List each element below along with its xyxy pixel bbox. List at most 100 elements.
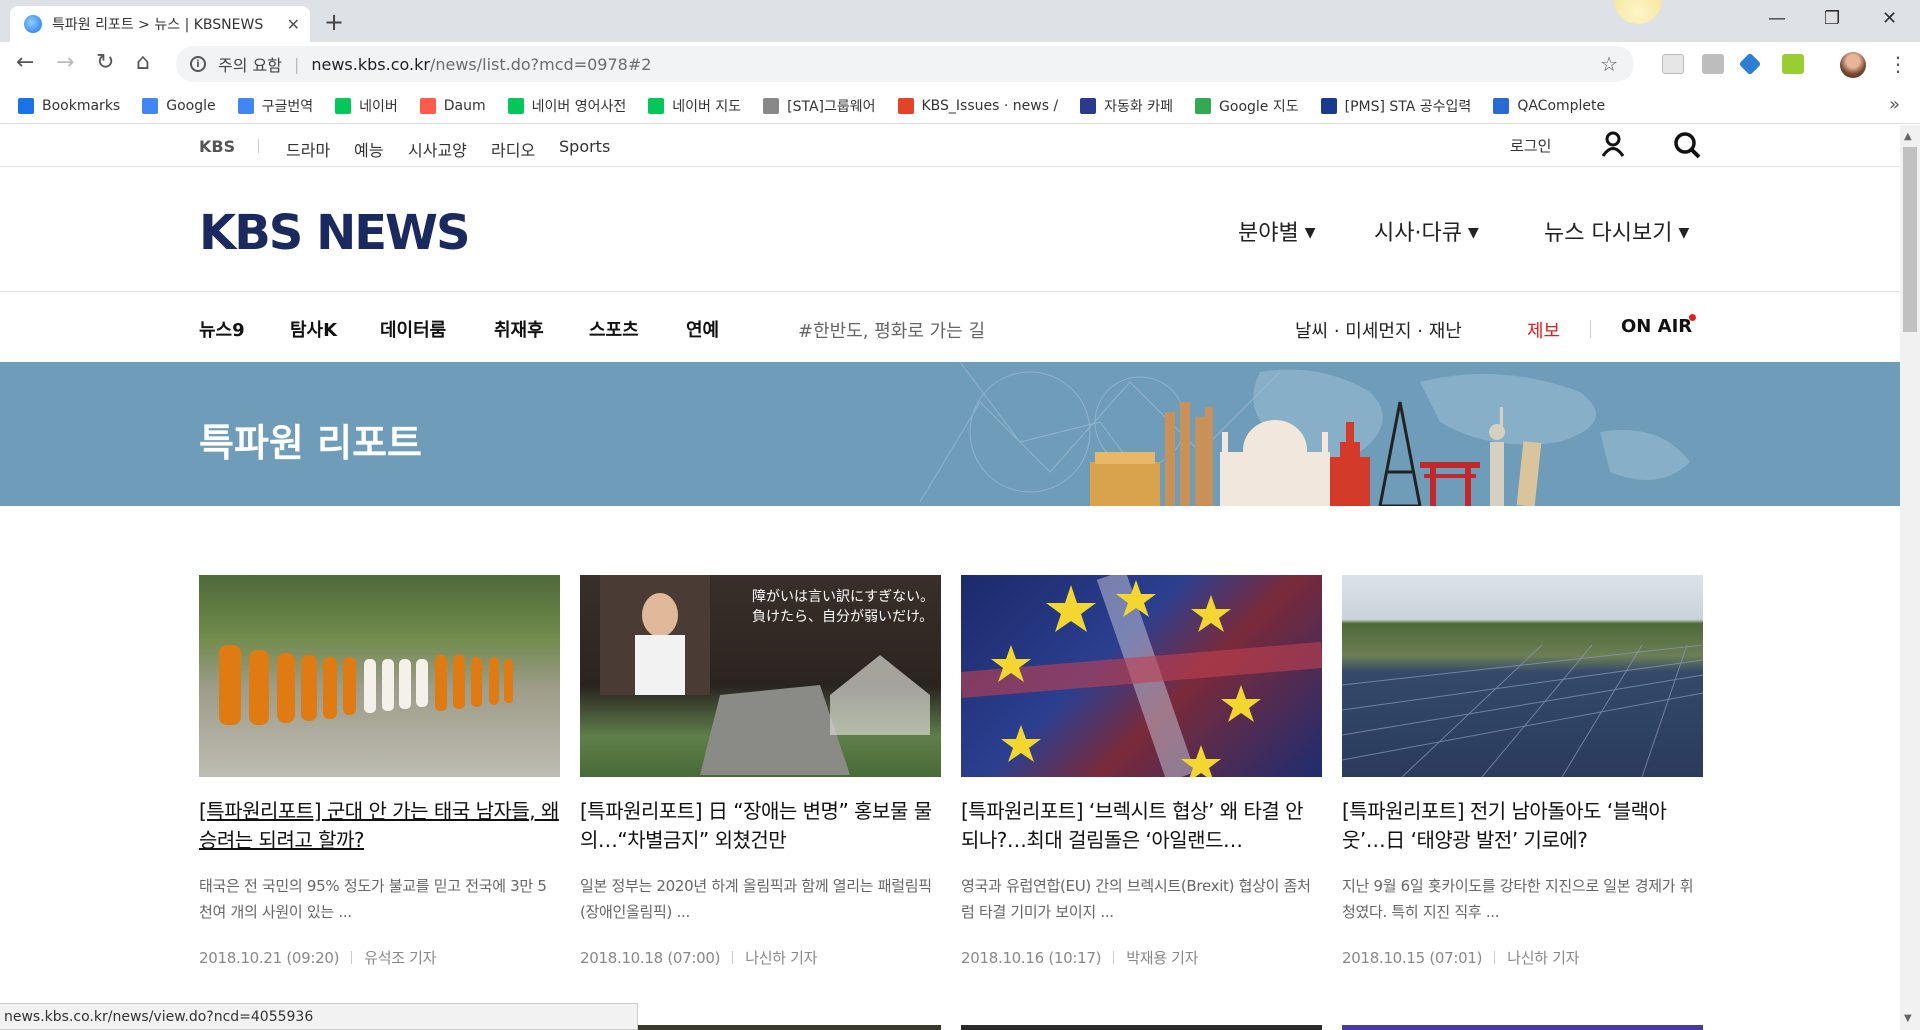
bookmark-item[interactable]: Google bbox=[142, 97, 216, 114]
bookmark-label: 네이버 bbox=[359, 98, 398, 115]
extension-icon[interactable] bbox=[1738, 52, 1762, 76]
url-host: news.kbs.co.kr bbox=[311, 54, 430, 74]
daum-icon bbox=[419, 97, 436, 114]
next-row-thumbnail[interactable] bbox=[1342, 1025, 1703, 1030]
weather-link[interactable]: 날씨 · 미세먼지 · 재난 bbox=[1295, 317, 1462, 343]
article-title[interactable]: [특파원리포트] 군대 안 가는 태국 남자들, 왜 승려는 되려고 할까? bbox=[199, 797, 560, 855]
site-header: KBS NEWS 분야별 ▼ 시사·다큐 ▼ 뉴스 다시보기 ▼ bbox=[0, 167, 1900, 292]
kbs-brand-link[interactable]: KBS bbox=[199, 137, 235, 156]
article-thumbnail[interactable] bbox=[199, 575, 560, 777]
minimize-icon[interactable]: — bbox=[1768, 8, 1786, 29]
bookmark-item[interactable]: QAComplete bbox=[1493, 97, 1606, 114]
close-tab-icon[interactable]: ✕ bbox=[287, 15, 300, 34]
section-title: 특파원 리포트 bbox=[199, 421, 422, 465]
bookmark-star-icon[interactable]: ☆ bbox=[1600, 52, 1618, 76]
bookmarks-overflow-icon[interactable]: » bbox=[1889, 94, 1900, 115]
scroll-down-icon[interactable]: ▼ bbox=[1904, 1013, 1912, 1024]
category-by-field[interactable]: 분야별 ▼ bbox=[1238, 215, 1316, 247]
article-title[interactable]: [특파원리포트] ‘브렉시트 협상’ 왜 타결 안 되나?…최대 걸림돌은 ‘아… bbox=[961, 797, 1322, 855]
on-air-link[interactable]: ON AIR bbox=[1621, 316, 1692, 337]
extension-icon[interactable] bbox=[1662, 54, 1684, 74]
back-icon[interactable]: ← bbox=[16, 50, 34, 75]
category-news-replay[interactable]: 뉴스 다시보기 ▼ bbox=[1544, 215, 1689, 247]
article-thumbnail[interactable] bbox=[961, 575, 1322, 777]
restore-icon[interactable]: ❐ bbox=[1824, 8, 1840, 29]
sta-icon bbox=[1080, 97, 1097, 114]
article-thumbnail[interactable]: 障がいは言い訳にすぎない。負けたら、自分が弱いだけ。 bbox=[580, 575, 941, 777]
bookmark-label: 자동화 카페 bbox=[1104, 98, 1174, 115]
article-author: 유석조 기자 bbox=[364, 949, 437, 967]
topbar-link-radio[interactable]: 라디오 bbox=[491, 137, 535, 161]
bookmark-item[interactable]: Google 지도 bbox=[1195, 96, 1299, 116]
close-window-icon[interactable]: ✕ bbox=[1882, 8, 1897, 29]
category-current-affairs[interactable]: 시사·다큐 ▼ bbox=[1374, 215, 1479, 247]
colosseum bbox=[1090, 452, 1160, 506]
bookmark-label: QAComplete bbox=[1517, 97, 1606, 114]
page-icon bbox=[763, 97, 780, 114]
subnav-after-report[interactable]: 취재후 bbox=[494, 316, 544, 342]
info-icon[interactable]: i bbox=[190, 56, 206, 72]
tab-strip: 특파원 리포트 > 뉴스 | KBSNEWS ✕ + — ❐ ✕ bbox=[0, 0, 1920, 42]
subnav-dataroom[interactable]: 데이터룸 bbox=[380, 316, 446, 342]
next-row-thumbnail[interactable] bbox=[961, 1025, 1322, 1030]
bookmark-item[interactable]: 네이버 영어사전 bbox=[507, 96, 627, 116]
bookmark-item[interactable]: Daum bbox=[419, 97, 486, 114]
bookmark-item[interactable]: Bookmarks bbox=[18, 97, 120, 114]
kbs-news-logo[interactable]: KBS NEWS bbox=[199, 205, 471, 261]
extension-icon[interactable] bbox=[1782, 54, 1804, 74]
security-warning[interactable]: 주의 요함 bbox=[218, 52, 282, 76]
topbar-link-variety[interactable]: 예능 bbox=[354, 137, 383, 161]
bookmark-item[interactable]: [PMS] STA 공수입력 bbox=[1320, 96, 1471, 116]
profile-avatar[interactable] bbox=[1840, 52, 1866, 78]
user-icon[interactable] bbox=[1601, 131, 1625, 157]
bookmark-item[interactable]: 네이버 지도 bbox=[648, 96, 741, 116]
home-icon[interactable]: ⌂ bbox=[136, 50, 150, 75]
bookmark-item[interactable]: 자동화 카페 bbox=[1080, 96, 1173, 116]
topbar-link-sports[interactable]: Sports bbox=[559, 137, 610, 156]
live-dot-icon bbox=[1689, 314, 1696, 321]
scroll-up-icon[interactable]: ▲ bbox=[1904, 131, 1912, 142]
reload-icon[interactable]: ↻ bbox=[96, 50, 114, 75]
article-thumbnail[interactable] bbox=[1342, 575, 1703, 777]
scroll-thumb[interactable] bbox=[1903, 147, 1917, 332]
topbar-link-culture[interactable]: 시사교양 bbox=[408, 137, 467, 161]
bookmark-item[interactable]: 네이버 bbox=[335, 96, 398, 116]
monks-image bbox=[219, 645, 513, 725]
bookmark-label: Daum bbox=[443, 97, 486, 114]
category-label: 뉴스 다시보기 bbox=[1544, 221, 1673, 246]
subnav-sports[interactable]: 스포츠 bbox=[589, 316, 639, 342]
article-card[interactable]: [특파원리포트] 군대 안 가는 태국 남자들, 왜 승려는 되려고 할까? 태… bbox=[199, 575, 560, 968]
caret-down-icon: ▼ bbox=[1304, 225, 1316, 241]
eu-uk-flag-image bbox=[961, 575, 1322, 777]
bookmark-label: 구글번역 bbox=[261, 98, 314, 115]
subnav-news9[interactable]: 뉴스9 bbox=[199, 316, 245, 342]
article-card[interactable]: [특파원리포트] ‘브렉시트 협상’ 왜 타결 안 되나?…최대 걸림돌은 ‘아… bbox=[961, 575, 1322, 968]
omnibox-divider: | bbox=[293, 54, 300, 74]
bookmark-item[interactable]: [STA]그룹웨어 bbox=[763, 96, 876, 116]
subnav-entertainment[interactable]: 연예 bbox=[686, 316, 719, 342]
bookmark-item[interactable]: KBS_Issues · news / bbox=[897, 97, 1058, 114]
forward-icon[interactable]: → bbox=[56, 50, 74, 75]
login-link[interactable]: 로그인 bbox=[1510, 135, 1551, 156]
bookmark-label: 네이버 영어사전 bbox=[531, 98, 627, 115]
search-icon[interactable] bbox=[1673, 131, 1701, 159]
address-bar[interactable]: i 주의 요함 | news.kbs.co.kr/news/list.do?mc… bbox=[176, 46, 1634, 82]
subnav-tamsa-k[interactable]: 탐사K bbox=[290, 316, 337, 342]
article-title[interactable]: [특파원리포트] 전기 남아돌아도 ‘블랙아웃’…日 ‘태양광 발전’ 기로에? bbox=[1342, 797, 1703, 855]
kbs-favicon-icon bbox=[24, 15, 42, 33]
bookmark-item[interactable]: 구글번역 bbox=[237, 96, 314, 116]
article-card[interactable]: [특파원리포트] 전기 남아돌아도 ‘블랙아웃’…日 ‘태양광 발전’ 기로에?… bbox=[1342, 575, 1703, 968]
naver-dict-icon bbox=[507, 97, 524, 114]
topbar-link-drama[interactable]: 드라마 bbox=[286, 137, 330, 161]
article-date: 2018.10.18 (07:00) bbox=[580, 949, 721, 967]
article-title[interactable]: [특파원리포트] 日 “장애는 변명” 홍보물 물의…“차별금지” 외쳤건만 bbox=[580, 797, 941, 855]
tip-link[interactable]: 제보 bbox=[1527, 317, 1560, 343]
gitlab-icon bbox=[897, 97, 914, 114]
page-scrollbar[interactable]: ▲ ▼ bbox=[1900, 125, 1920, 1030]
article-card[interactable]: 障がいは言い訳にすぎない。負けたら、自分が弱いだけ。 [특파원리포트] 日 “장… bbox=[580, 575, 941, 968]
extension-icon[interactable] bbox=[1702, 54, 1724, 74]
browser-tab[interactable]: 특파원 리포트 > 뉴스 | KBSNEWS ✕ bbox=[10, 6, 310, 42]
hashtag-link[interactable]: #한반도, 평화로 가는 길 bbox=[798, 317, 985, 343]
menu-icon[interactable]: ⋮ bbox=[1888, 52, 1908, 76]
new-tab-button[interactable]: + bbox=[324, 8, 344, 36]
